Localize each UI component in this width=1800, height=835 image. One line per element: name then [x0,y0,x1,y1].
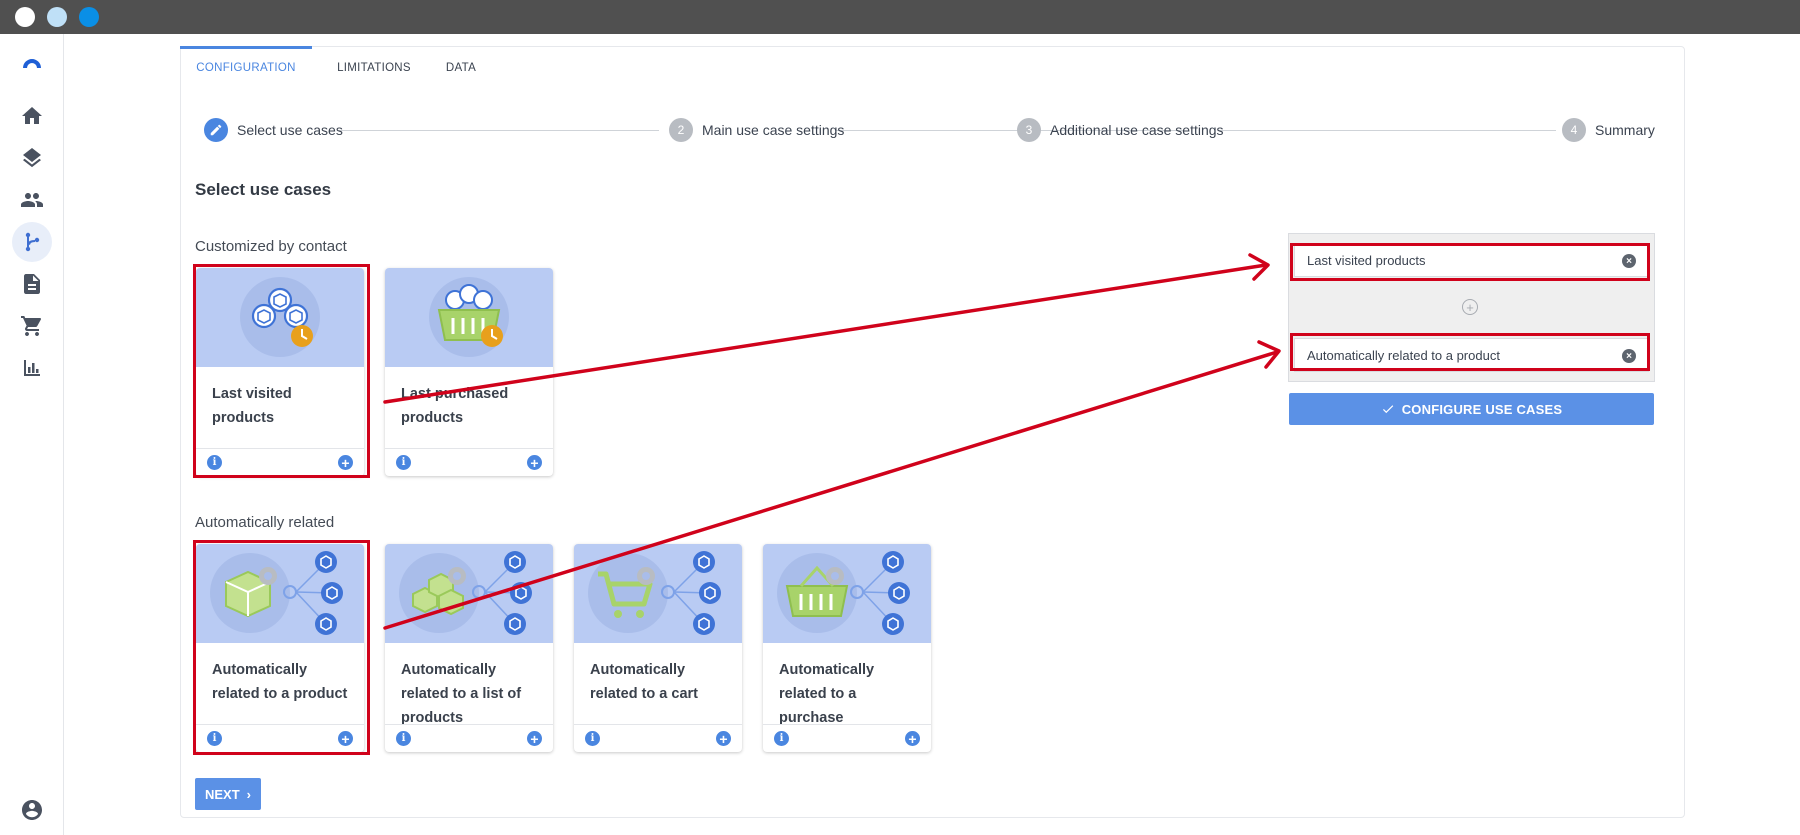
logo-icon [23,59,41,68]
bar-chart-icon [24,360,40,376]
account-icon [22,800,42,820]
people-icon [21,193,43,207]
sidebar-item-documents[interactable] [12,264,52,304]
use-case-card-related-list[interactable]: Automatically related to a list of produ… [385,544,553,752]
add-slot-icon[interactable]: + [1462,299,1478,315]
add-use-case-button[interactable]: + [527,455,542,470]
next-button[interactable]: NEXT › [195,778,261,810]
window-close-button[interactable] [15,7,35,27]
card-title: Automatically related to a list of produ… [401,662,522,726]
card-footer: i + [385,724,553,752]
pencil-icon [210,124,222,136]
add-use-case-button[interactable]: + [905,731,920,746]
highlight-box [1290,333,1650,371]
sidebar-item-account[interactable] [12,790,52,830]
next-label: NEXT [204,786,240,802]
sidebar-item-home[interactable] [12,96,52,136]
document-icon [24,274,40,294]
sidebar-item-analytics[interactable] [12,348,52,388]
configure-use-cases-button[interactable]: CONFIGURE USE CASES [1289,393,1654,425]
step-main-settings[interactable]: 2 Main use case settings [669,118,844,142]
basket-network-icon [777,551,910,635]
cart-network-icon [588,551,721,635]
check-icon [1382,405,1393,414]
card-footer: i + [574,724,742,752]
page-title: Select use cases [195,180,332,199]
card-illustration [763,544,931,643]
window-titlebar [0,0,1800,34]
step-select-use-cases[interactable]: Select use cases [204,118,343,142]
step-label: Additional use case settings [1050,122,1224,138]
group-title-customized: Customized by contact [195,238,347,255]
use-case-card-last-purchased[interactable]: Last purchased products i + [385,268,553,476]
step-label: Select use cases [237,122,343,138]
step-connector [1218,130,1556,131]
info-button[interactable]: i [774,731,789,746]
window-minimize-button[interactable] [47,7,67,27]
highlight-box [193,264,370,478]
tab-configuration[interactable]: CONFIGURATION [180,46,312,90]
chevron-right-icon: › [246,786,251,802]
sidebar-item-contacts[interactable] [12,180,52,220]
card-illustration [385,268,553,367]
sidebar-item-layers[interactable] [12,138,52,178]
tab-data[interactable]: DATA [436,46,486,90]
step-additional-settings[interactable]: 3 Additional use case settings [1017,118,1224,142]
sidebar-logo[interactable] [12,44,52,84]
step-label: Main use case settings [702,122,845,138]
card-title: Automatically related to a cart [590,662,698,702]
add-use-case-button[interactable]: + [527,731,542,746]
info-button[interactable]: i [396,455,411,470]
product-list-network-icon [399,551,532,635]
sidebar-item-commerce[interactable] [12,306,52,346]
add-use-case-button[interactable]: + [716,731,731,746]
stepper: Select use cases 2 Main use case setting… [180,112,1665,148]
step-circle: 4 [1562,118,1586,142]
highlight-box [193,540,370,755]
use-case-card-related-purchase[interactable]: Automatically related to a purchase i + [763,544,931,752]
card-footer: i + [763,724,931,752]
sidebar-item-flows[interactable] [12,222,52,262]
basket-clock-icon [429,277,509,357]
card-footer: i + [385,448,553,476]
flow-icon [25,232,40,252]
layers-icon [23,148,41,168]
highlight-box [1290,243,1650,281]
group-title-automatic: Automatically related [195,514,335,531]
card-illustration [574,544,742,643]
use-case-card-related-cart[interactable]: Automatically related to a cart i + [574,544,742,752]
card-title: Automatically related to a purchase [779,662,875,726]
step-circle: 3 [1017,118,1041,142]
window-maximize-button[interactable] [79,7,99,27]
configure-label: CONFIGURE USE CASES [1401,401,1563,417]
step-label: Summary [1595,122,1655,138]
sidebar [0,34,64,835]
home-icon [22,107,42,124]
cart-icon [21,316,42,336]
step-connector [339,130,659,131]
step-summary[interactable]: 4 Summary [1562,118,1655,142]
card-title: Last purchased products [401,386,509,426]
step-circle [204,118,228,142]
info-button[interactable]: i [396,731,411,746]
info-button[interactable]: i [585,731,600,746]
tab-limitations[interactable]: LIMITATIONS [324,46,424,90]
step-circle: 2 [669,118,693,142]
card-illustration [385,544,553,643]
